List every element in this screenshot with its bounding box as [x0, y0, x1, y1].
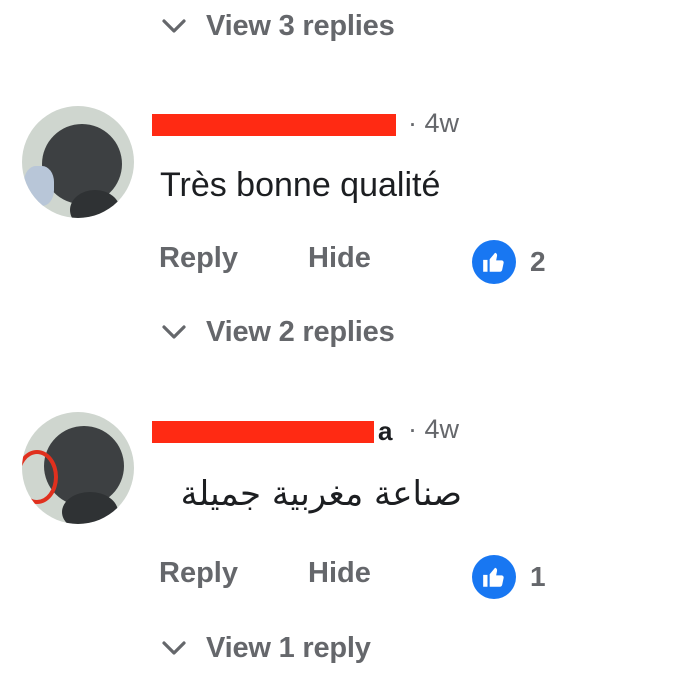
thumbs-up-icon[interactable]	[472, 240, 516, 284]
chevron-down-icon	[160, 634, 188, 662]
chevron-down-icon	[160, 12, 188, 40]
like-count: 2	[530, 246, 546, 277]
comment-text: صناعة مغربية جميلة	[180, 474, 462, 514]
view-replies-button[interactable]: View 1 reply	[160, 626, 371, 670]
thumbs-up-icon[interactable]	[472, 555, 516, 599]
view-replies-button[interactable]: View 2 replies	[160, 310, 395, 354]
view-replies-label: View 2 replies	[206, 315, 395, 348]
comment-timestamp[interactable]: · 4w	[408, 108, 459, 139]
name-fragment[interactable]: a	[378, 416, 392, 447]
avatar[interactable]	[22, 412, 134, 524]
reply-button[interactable]: Reply	[159, 242, 238, 275]
comment-text: Très bonne qualité	[160, 166, 441, 204]
view-replies-label: View 1 reply	[206, 631, 371, 664]
avatar[interactable]	[22, 106, 134, 218]
like-count: 1	[530, 561, 546, 592]
redacted-name[interactable]	[152, 421, 374, 443]
redacted-name[interactable]	[152, 114, 396, 136]
hide-button[interactable]: Hide	[308, 242, 371, 275]
reply-button[interactable]: Reply	[159, 557, 238, 590]
view-replies-button[interactable]: View 3 replies	[160, 4, 395, 48]
view-replies-label: View 3 replies	[206, 9, 395, 42]
chevron-down-icon	[160, 318, 188, 346]
hide-button[interactable]: Hide	[308, 557, 371, 590]
comment-timestamp[interactable]: · 4w	[408, 414, 459, 445]
